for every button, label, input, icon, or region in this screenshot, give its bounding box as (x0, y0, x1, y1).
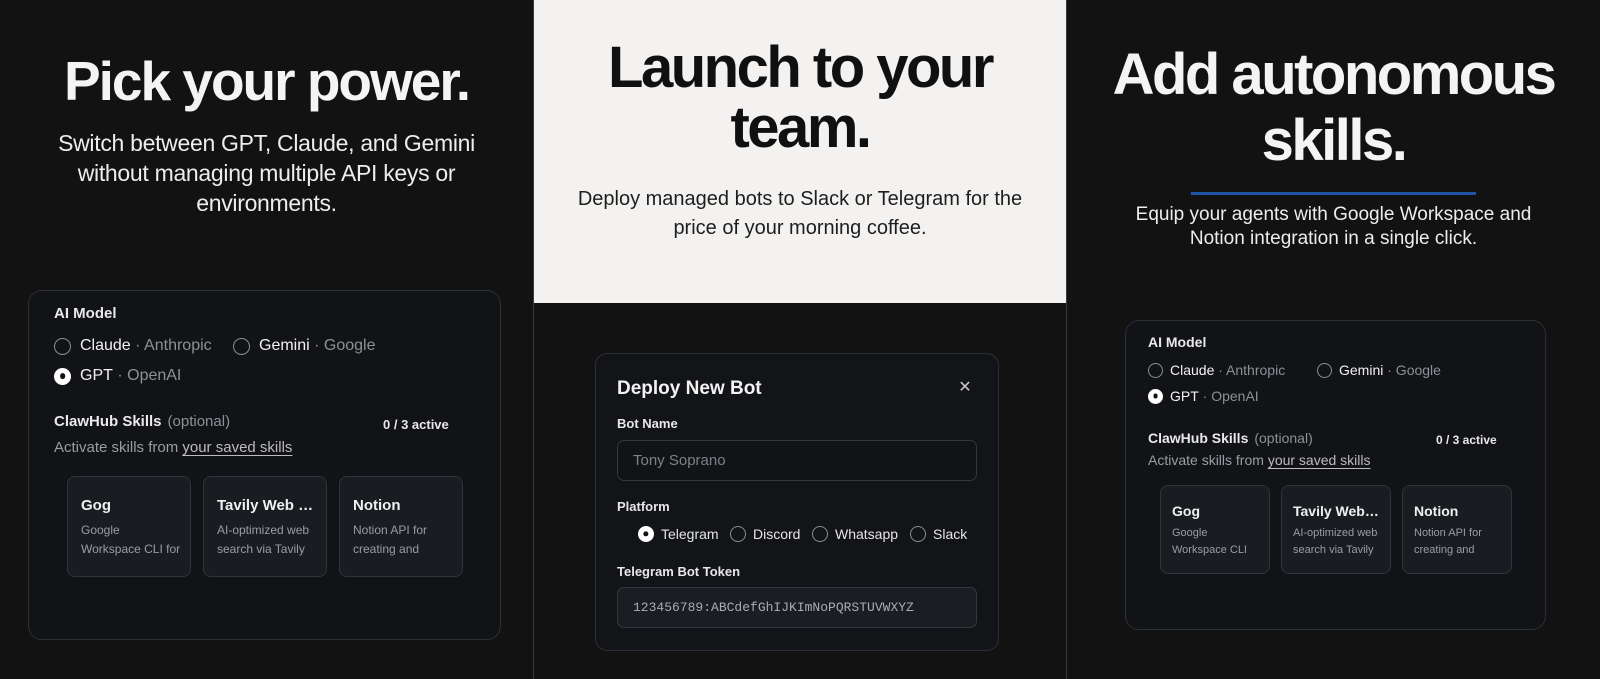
model-name: Gemini (1339, 362, 1384, 378)
activate-prefix: Activate skills from (54, 439, 179, 456)
skills-label-text: ClawHub Skills (54, 413, 162, 430)
skills-label-text: ClawHub Skills (1148, 430, 1249, 446)
model-option-gpt[interactable]: GPT · OpenAI (54, 367, 181, 385)
skill-description: Google Workspace CLI for Gmail, Calendar… (81, 523, 181, 556)
headline-line-1: Launch to your (608, 35, 994, 100)
bot-name-input[interactable]: Tony Soprano (617, 440, 977, 481)
saved-skills-link[interactable]: your saved skills (182, 439, 292, 456)
dialog-title: Deploy New Bot (617, 378, 762, 399)
radio-whatsapp[interactable] (812, 526, 828, 542)
panel3-subtitle: Equip your agents with Google Workspace … (1135, 204, 1532, 249)
ai-model-label: AI Model (54, 305, 117, 322)
activate-skills-text: Activate skills from your saved skills (54, 439, 292, 456)
headline-line-2: skills. (1261, 108, 1408, 173)
panel1-headline: Pick your power. (63, 50, 471, 112)
skill-description: Notion API for creating and managing pag… (353, 523, 428, 556)
radio-gpt-selected[interactable] (1148, 388, 1163, 404)
skill-title: Gog (81, 497, 111, 514)
platform-label: Platform (617, 499, 670, 514)
skill-card-gog[interactable]: Gog Google Workspace CLI for Gmail, Cale… (1160, 485, 1270, 574)
clawhub-skills-label: ClawHub Skills (optional) (54, 413, 230, 430)
model-option-claude[interactable]: Claude · Anthropic (54, 337, 212, 355)
platform-name: Telegram (661, 526, 719, 542)
model-provider: · Google (314, 337, 376, 354)
skill-card-tavily[interactable]: Tavily Web Search AI-optimized web searc… (1281, 485, 1391, 574)
platform-option-slack[interactable]: Slack (910, 526, 967, 542)
active-skills-count: 0 / 3 active (1436, 433, 1497, 447)
platform-option-whatsapp[interactable]: Whatsapp (812, 526, 898, 542)
skill-card-tavily[interactable]: Tavily Web Search AI-optimized web searc… (203, 476, 327, 577)
model-name: Claude (80, 337, 131, 354)
skill-title: Gog (1172, 503, 1200, 519)
model-option-gemini[interactable]: Gemini · Google (1317, 362, 1441, 378)
deploy-bot-dialog: Deploy New Bot ✕ Bot Name Tony Soprano P… (595, 353, 999, 651)
platform-name: Discord (753, 526, 801, 542)
radio-discord[interactable] (730, 526, 746, 542)
panel-autonomous-skills: Add autonomous skills. Equip your agents … (1067, 0, 1600, 679)
headline-line-2: team. (730, 95, 872, 160)
saved-skills-link[interactable]: your saved skills (1268, 452, 1371, 468)
panel2-subtitle: Deploy managed bots to Slack or Telegram… (577, 188, 1023, 239)
skill-card-notion[interactable]: Notion Notion API for creating and manag… (339, 476, 463, 577)
panel-pick-your-power: Pick your power. Switch between GPT, Cla… (0, 0, 533, 679)
model-name: GPT (1170, 388, 1199, 404)
radio-gpt-selected[interactable] (54, 367, 71, 385)
skill-title: Notion (353, 497, 401, 514)
close-icon[interactable]: ✕ (957, 380, 973, 396)
panel3-headline: Add autonomous skills. (1067, 42, 1600, 174)
skills-optional: (optional) (1254, 430, 1313, 446)
panel1-subtitle: Switch between GPT, Claude, and Gemini w… (58, 130, 475, 216)
skill-description: AI-optimized web search via Tavily API (1293, 527, 1378, 556)
model-option-claude[interactable]: Claude · Anthropic (1148, 362, 1285, 378)
model-option-gemini[interactable]: Gemini · Google (233, 337, 376, 355)
skill-card-gog[interactable]: Gog Google Workspace CLI for Gmail, Cale… (67, 476, 191, 577)
skill-title: Notion (1414, 503, 1459, 519)
skills-optional: (optional) (167, 413, 231, 430)
ai-config-card: AI Model Claude · Anthropic Gemini · Goo… (28, 290, 501, 640)
skill-description: Notion API for creating and managing pag… (1414, 527, 1482, 556)
platform-name: Whatsapp (835, 526, 899, 542)
model-provider: · OpenAI (117, 367, 182, 384)
model-provider: · Google (1387, 362, 1441, 378)
activate-skills-text: Activate skills from your saved skills (1148, 452, 1371, 468)
platform-name: Slack (933, 526, 968, 542)
skill-title: Tavily Web Search (1293, 503, 1381, 519)
activate-prefix: Activate skills from (1148, 452, 1264, 468)
skill-description: Google Workspace CLI for Gmail, Calendar… (1172, 527, 1247, 556)
model-option-gpt[interactable]: GPT · OpenAI (1148, 388, 1259, 404)
token-label: Telegram Bot Token (617, 564, 741, 579)
active-skills-count: 0 / 3 active (383, 417, 449, 432)
model-name: Gemini (259, 337, 310, 354)
panel-launch-to-team: Launch to your team. Deploy managed bots … (533, 0, 1067, 679)
bot-name-label: Bot Name (617, 416, 678, 431)
radio-gemini[interactable] (233, 337, 250, 355)
skill-title: Tavily Web Search (217, 497, 317, 514)
radio-telegram-selected[interactable] (638, 526, 654, 542)
model-provider: · OpenAI (1202, 388, 1259, 404)
radio-slack[interactable] (910, 526, 926, 542)
model-provider: · Anthropic (135, 337, 212, 354)
model-provider: · Anthropic (1218, 362, 1286, 378)
model-name: Claude (1170, 362, 1215, 378)
skill-description: AI-optimized web search via Tavily API (217, 523, 310, 556)
clawhub-skills-label: ClawHub Skills (optional) (1148, 430, 1313, 446)
panel2-hero: Launch to your team. Deploy managed bots … (534, 0, 1066, 303)
panel2-headline: Launch to your team. (534, 38, 1066, 158)
model-name: GPT (80, 367, 113, 384)
radio-claude[interactable] (1148, 362, 1163, 378)
platform-option-telegram[interactable]: Telegram (638, 526, 719, 542)
accent-divider (1191, 192, 1476, 195)
bot-token-input[interactable]: 123456789:ABCdefGhIJKImNoPQRSTUVWXYZ (617, 587, 977, 628)
radio-claude[interactable] (54, 337, 71, 355)
skill-card-notion[interactable]: Notion Notion API for creating and manag… (1402, 485, 1512, 574)
ai-model-label: AI Model (1148, 334, 1207, 350)
platform-option-discord[interactable]: Discord (730, 526, 800, 542)
radio-gemini[interactable] (1317, 362, 1332, 378)
headline-line-1: Add autonomous (1112, 42, 1557, 107)
ai-config-card-small: AI Model Claude · Anthropic Gemini · Goo… (1125, 320, 1546, 630)
